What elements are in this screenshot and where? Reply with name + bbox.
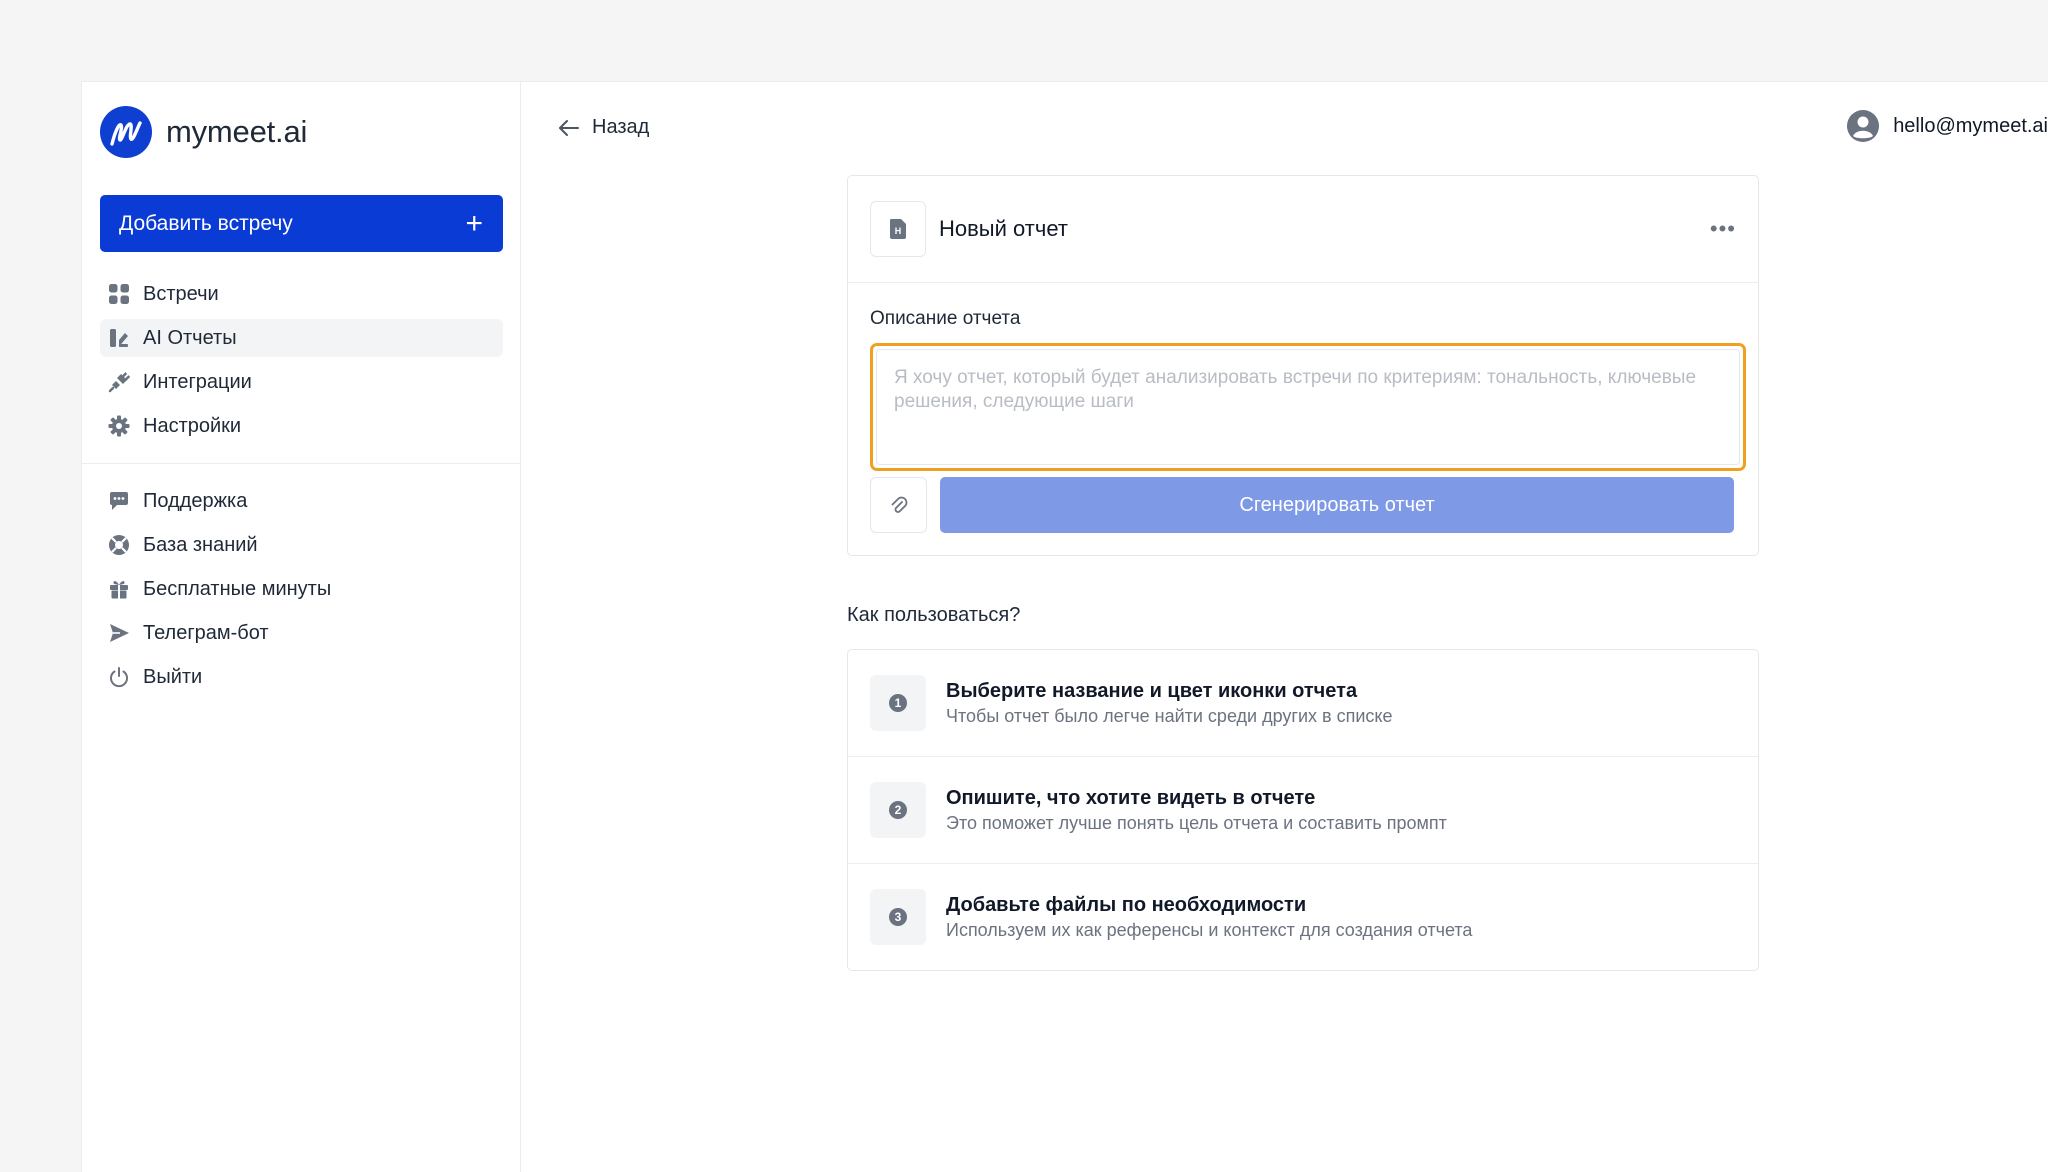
step-number-badge: 1 bbox=[870, 675, 926, 731]
sidebar-item-label: Выйти bbox=[143, 665, 203, 688]
document-icon: H bbox=[890, 219, 906, 239]
sidebar-item-label: AI Отчеты bbox=[143, 326, 237, 349]
plug-icon bbox=[107, 370, 131, 394]
sidebar-item-label: Интеграции bbox=[143, 370, 252, 393]
logo-mark-icon bbox=[100, 106, 152, 158]
report-icon bbox=[107, 326, 131, 350]
attach-file-button[interactable] bbox=[870, 477, 927, 533]
brand-name: mymeet.ai bbox=[166, 114, 308, 149]
sidebar-item-meetings[interactable]: Встречи bbox=[100, 275, 503, 313]
report-card-body: Описание отчета Сгенерировать отчет bbox=[848, 283, 1758, 555]
step-subtitle: Используем их как референсы и контекст д… bbox=[946, 919, 1473, 940]
sidebar: mymeet.ai Добавить встречу + Встречи AI … bbox=[82, 82, 521, 1172]
back-label: Назад bbox=[592, 116, 650, 138]
paperclip-icon bbox=[891, 496, 907, 513]
generate-report-button[interactable]: Сгенерировать отчет bbox=[940, 477, 1734, 533]
sidebar-item-label: Поддержка bbox=[143, 489, 248, 512]
description-focus-ring bbox=[870, 343, 1746, 471]
primary-nav: Встречи AI Отчеты Интеграции Настройки bbox=[100, 275, 503, 451]
sidebar-item-integrations[interactable]: Интеграции bbox=[100, 363, 503, 401]
step-title: Добавьте файлы по необходимости bbox=[946, 893, 1307, 916]
sidebar-divider bbox=[82, 463, 521, 464]
app-window: mymeet.ai Добавить встречу + Встречи AI … bbox=[81, 81, 2048, 1172]
gear-icon bbox=[107, 414, 131, 438]
chat-icon bbox=[107, 489, 131, 513]
sidebar-item-telegram-bot[interactable]: Телеграм-бот bbox=[100, 614, 503, 652]
plus-icon: + bbox=[465, 206, 483, 240]
sidebar-item-support[interactable]: Поддержка bbox=[100, 482, 503, 520]
list-item: 1 Выберите название и цвет иконки отчета… bbox=[848, 650, 1758, 757]
report-card-header: H Новый отчет ••• bbox=[848, 176, 1758, 283]
step-subtitle: Это поможет лучше понять цель отчета и с… bbox=[946, 812, 1447, 833]
step-title: Опишите, что хотите видеть в отчете bbox=[946, 786, 1316, 809]
report-title[interactable]: Новый отчет bbox=[939, 216, 1068, 242]
list-item: 3 Добавьте файлы по необходимости Исполь… bbox=[848, 864, 1758, 970]
lifebuoy-icon bbox=[107, 533, 131, 557]
sidebar-item-label: Бесплатные минуты bbox=[143, 577, 332, 600]
step-number: 1 bbox=[889, 694, 907, 712]
report-icon-picker[interactable]: H bbox=[870, 201, 926, 257]
description-input[interactable] bbox=[876, 349, 1740, 465]
arrow-left-icon bbox=[559, 119, 579, 136]
sidebar-item-logout[interactable]: Выйти bbox=[100, 658, 503, 696]
sidebar-item-settings[interactable]: Настройки bbox=[100, 407, 503, 445]
description-label: Описание отчета bbox=[870, 308, 1021, 329]
add-meeting-label: Добавить встречу bbox=[119, 211, 293, 235]
user-email: hello@mymeet.ai bbox=[1893, 114, 2048, 137]
sidebar-item-label: Телеграм-бот bbox=[143, 621, 269, 644]
report-actions: Сгенерировать отчет bbox=[870, 477, 1736, 533]
sidebar-item-label: Настройки bbox=[143, 414, 242, 437]
secondary-nav: Поддержка База знаний Бесплатные минуты … bbox=[100, 482, 503, 702]
sidebar-item-label: Встречи bbox=[143, 282, 219, 305]
sidebar-item-ai-reports[interactable]: AI Отчеты bbox=[100, 319, 503, 357]
report-card: H Новый отчет ••• Описание отчета Сгенер… bbox=[847, 175, 1759, 556]
logo[interactable]: mymeet.ai bbox=[100, 106, 307, 158]
more-options-icon[interactable]: ••• bbox=[1710, 216, 1736, 242]
gift-icon bbox=[107, 577, 131, 601]
step-number: 3 bbox=[889, 908, 907, 926]
sidebar-item-free-minutes[interactable]: Бесплатные минуты bbox=[100, 570, 503, 608]
step-number-badge: 3 bbox=[870, 889, 926, 945]
step-subtitle: Чтобы отчет было легче найти среди други… bbox=[946, 705, 1393, 726]
svg-text:H: H bbox=[895, 226, 902, 236]
list-item: 2 Опишите, что хотите видеть в отчете Эт… bbox=[848, 757, 1758, 864]
user-avatar-icon bbox=[1847, 110, 1880, 142]
sidebar-item-label: База знаний bbox=[143, 533, 258, 556]
step-number: 2 bbox=[889, 801, 907, 819]
back-link[interactable]: Назад bbox=[558, 116, 649, 139]
howto-steps: 1 Выберите название и цвет иконки отчета… bbox=[847, 649, 1759, 971]
howto-heading: Как пользоваться? bbox=[847, 604, 1021, 626]
send-icon bbox=[107, 621, 131, 645]
power-icon bbox=[107, 665, 131, 689]
add-meeting-button[interactable]: Добавить встречу + bbox=[100, 195, 503, 252]
user-menu[interactable]: hello@mymeet.ai bbox=[1847, 110, 2048, 142]
sidebar-item-knowledge-base[interactable]: База знаний bbox=[100, 526, 503, 564]
step-title: Выберите название и цвет иконки отчета bbox=[946, 679, 1358, 702]
step-number-badge: 2 bbox=[870, 782, 926, 838]
grid-icon bbox=[107, 282, 131, 306]
